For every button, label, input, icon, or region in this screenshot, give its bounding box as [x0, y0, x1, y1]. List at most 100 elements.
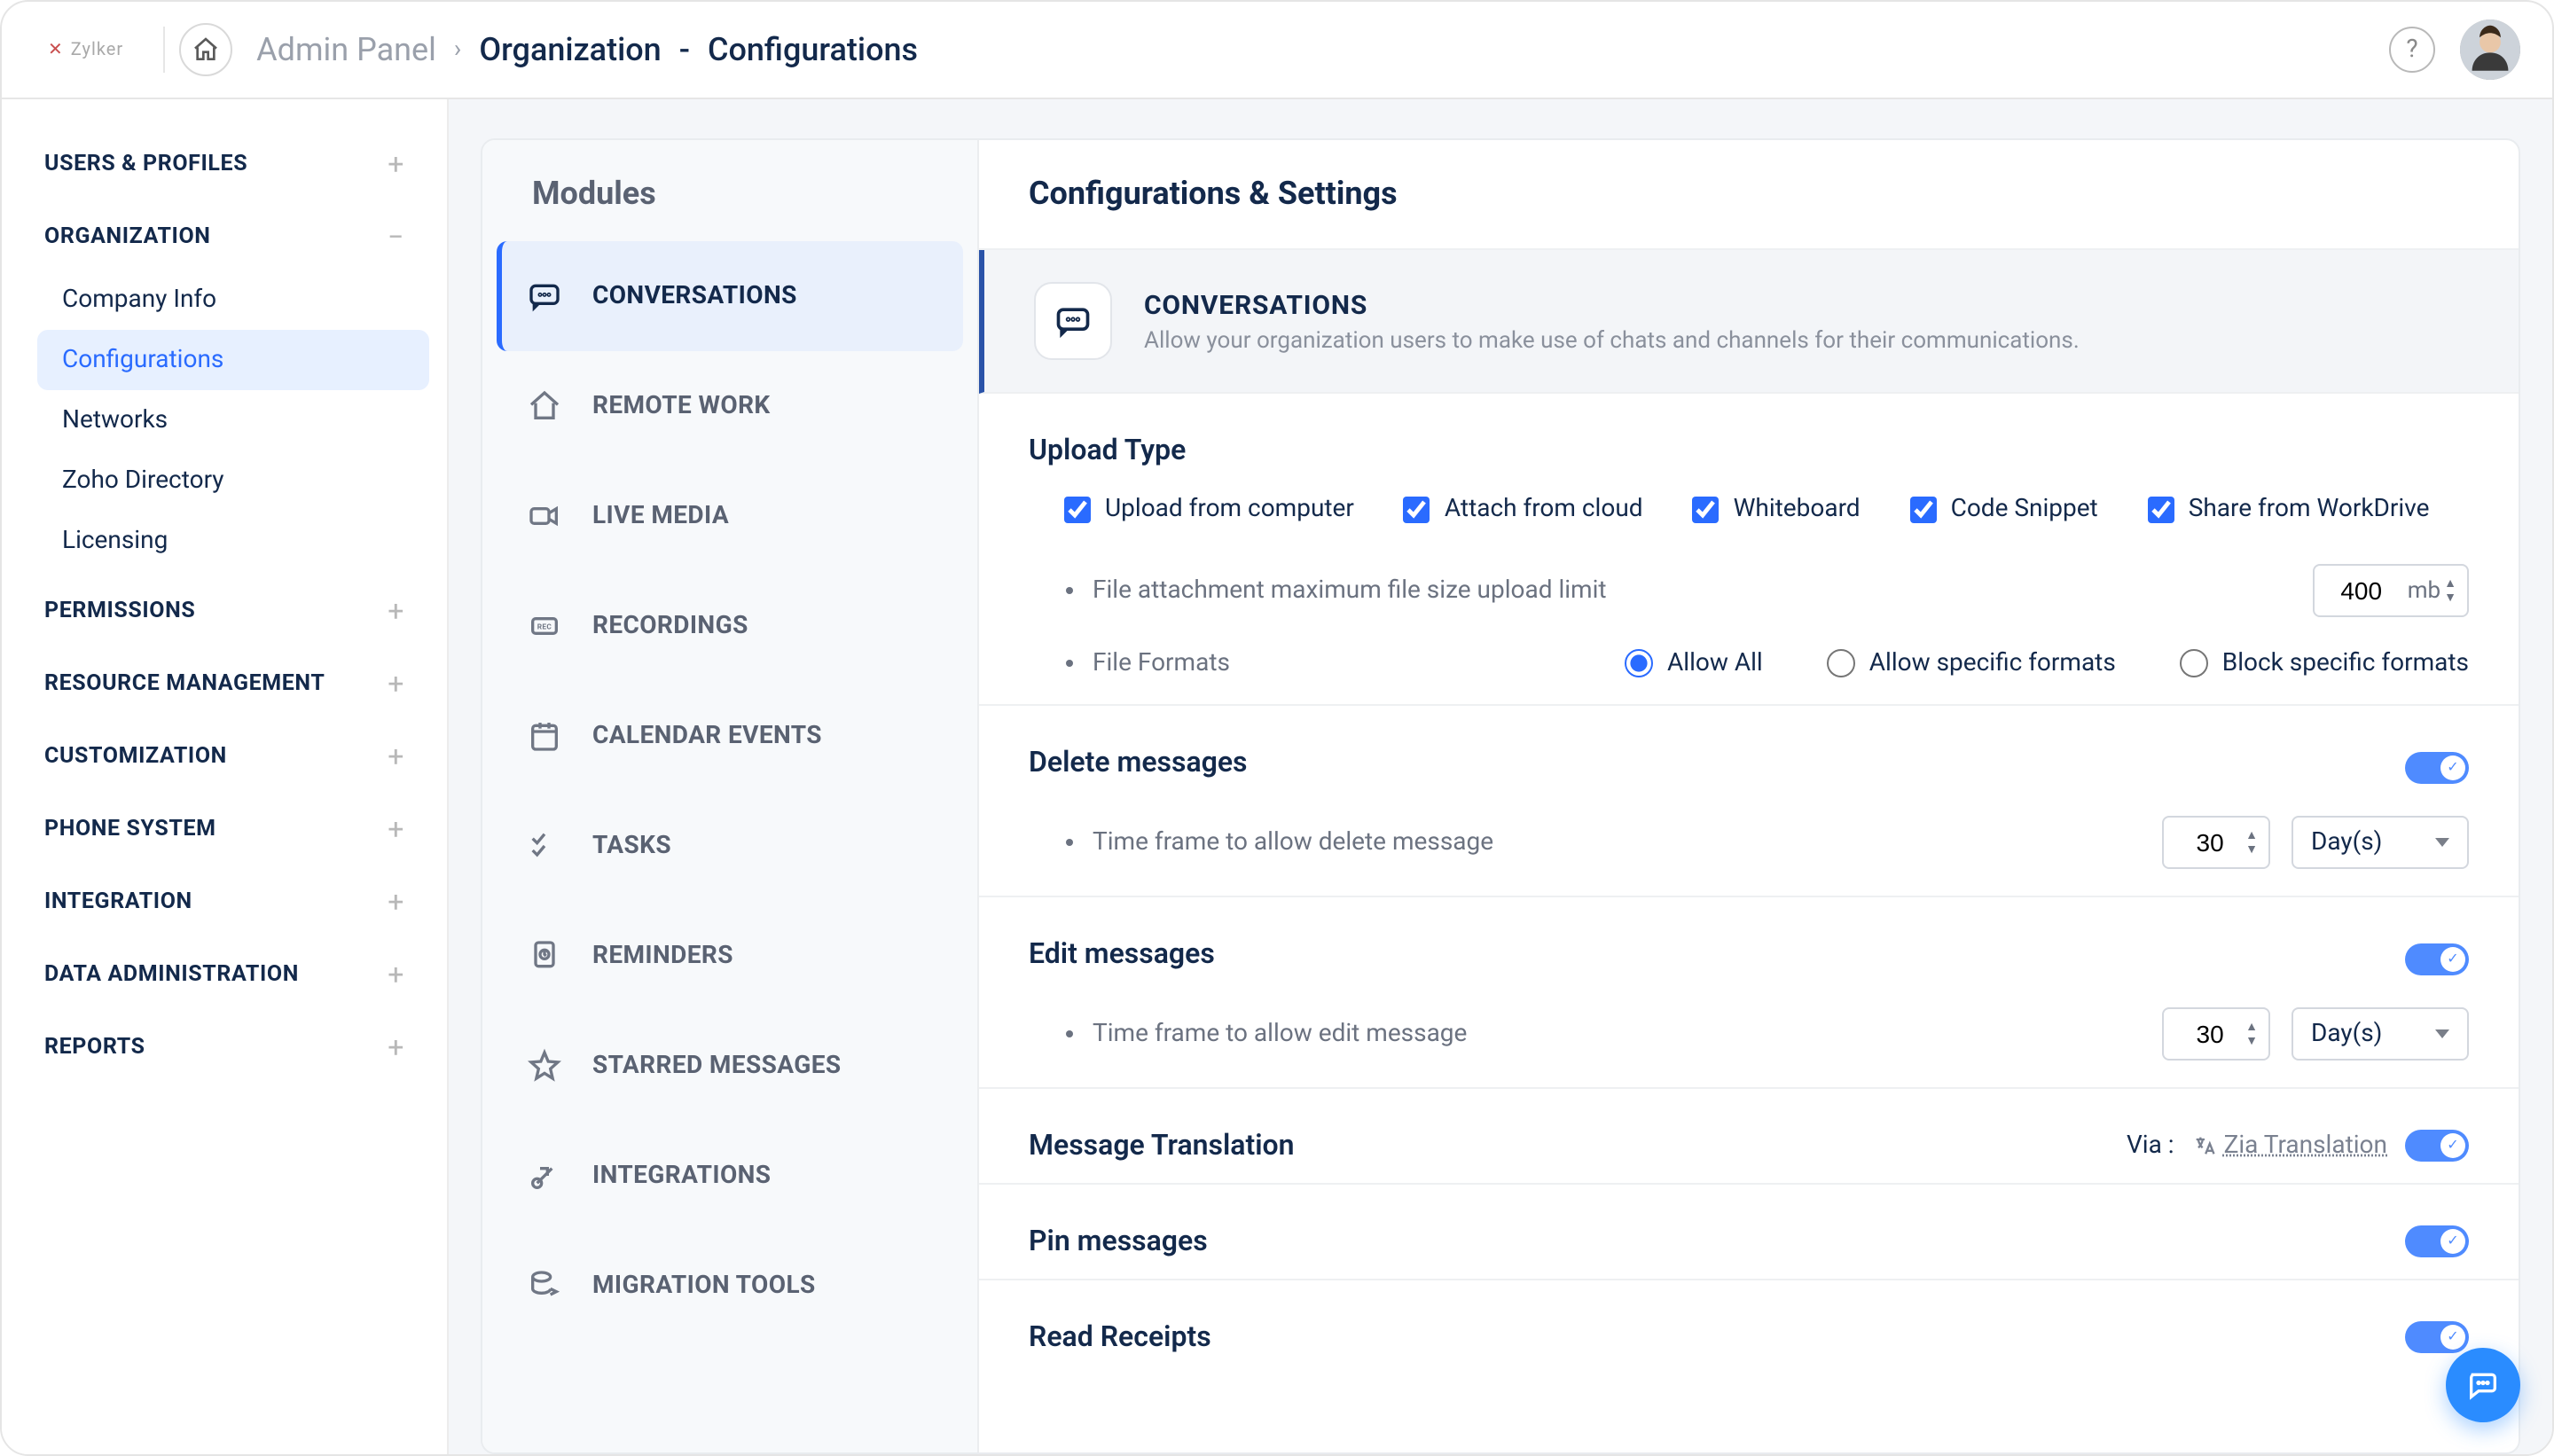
- radio-input[interactable]: [1625, 649, 1653, 677]
- module-integrations[interactable]: INTEGRATIONS: [497, 1121, 963, 1231]
- radio-allow-specific[interactable]: Allow specific formats: [1827, 649, 2116, 677]
- hero-subtitle: Allow your organization users to make us…: [1144, 327, 2080, 354]
- checkbox-input[interactable]: [1910, 496, 1937, 522]
- module-calendar-events[interactable]: CALENDAR EVENTS: [497, 681, 963, 791]
- avatar-icon: [2460, 20, 2520, 80]
- nav-group-data-administration[interactable]: DATA ADMINISTRATION +: [20, 942, 429, 1007]
- radio-label: Allow All: [1667, 649, 1763, 677]
- module-label: CONVERSATIONS: [592, 282, 797, 310]
- plus-icon: +: [388, 812, 404, 846]
- plus-icon: +: [388, 958, 404, 991]
- nav-group-users-profiles[interactable]: USERS & PROFILES +: [20, 131, 429, 197]
- radio-input[interactable]: [1827, 649, 1855, 677]
- module-starred-messages[interactable]: STARRED MESSAGES: [497, 1011, 963, 1121]
- radio-block-specific[interactable]: Block specific formats: [2180, 649, 2469, 677]
- checkbox-whiteboard[interactable]: Whiteboard: [1693, 495, 1861, 523]
- module-label: RECORDINGS: [592, 612, 748, 640]
- module-live-media[interactable]: LIVE MEDIA: [497, 461, 963, 571]
- radio-input[interactable]: [2180, 649, 2208, 677]
- calendar-icon: [525, 716, 564, 755]
- max-size-stepper[interactable]: mb ▲▼: [2314, 564, 2469, 617]
- sidebar-item-zoho-directory[interactable]: Zoho Directory: [37, 450, 429, 511]
- section-pin-messages: Pin messages ✓: [979, 1185, 2519, 1280]
- nav-group-reports[interactable]: REPORTS +: [20, 1014, 429, 1080]
- chat-icon: [2465, 1367, 2501, 1403]
- help-button[interactable]: ?: [2389, 27, 2435, 73]
- video-icon: [525, 497, 564, 536]
- module-reminders[interactable]: REMINDERS: [497, 901, 963, 1011]
- sidebar-item-networks[interactable]: Networks: [37, 390, 429, 450]
- sidebar-item-configurations[interactable]: Configurations: [37, 330, 429, 390]
- delete-timeframe-stepper[interactable]: ▲▼: [2162, 816, 2270, 869]
- tasks-icon: [525, 826, 564, 865]
- checkbox-share-workdrive[interactable]: Share from WorkDrive: [2148, 495, 2430, 523]
- edit-timeframe-stepper[interactable]: ▲▼: [2162, 1007, 2270, 1061]
- sidebar-item-licensing[interactable]: Licensing: [37, 511, 429, 571]
- plus-icon: +: [388, 885, 404, 919]
- nav-group-label: CUSTOMIZATION: [44, 743, 227, 770]
- module-label: INTEGRATIONS: [592, 1162, 771, 1190]
- module-migration-tools[interactable]: MIGRATION TOOLS: [497, 1231, 963, 1341]
- minus-icon: −: [388, 220, 404, 254]
- nav-group-label: ORGANIZATION: [44, 223, 211, 250]
- radio-allow-all[interactable]: Allow All: [1625, 649, 1763, 677]
- file-formats-label: File Formats: [1093, 649, 1230, 677]
- checkbox-input[interactable]: [2148, 496, 2174, 522]
- checkbox-code-snippet[interactable]: Code Snippet: [1910, 495, 2098, 523]
- product-logo: ✕Zylker: [23, 40, 148, 59]
- stepper-arrows-icon[interactable]: ▲▼: [2245, 829, 2258, 856]
- nav-group-permissions[interactable]: PERMISSIONS +: [20, 578, 429, 644]
- nav-group-label: REPORTS: [44, 1034, 145, 1061]
- nav-group-label: RESOURCE MANAGEMENT: [44, 670, 325, 697]
- home-icon: [191, 35, 219, 64]
- plus-icon: +: [388, 147, 404, 181]
- nav-group-phone-system[interactable]: PHONE SYSTEM +: [20, 796, 429, 862]
- toggle-edit-messages[interactable]: ✓: [2405, 943, 2469, 975]
- checkbox-attach-cloud[interactable]: Attach from cloud: [1404, 495, 1643, 523]
- home-button[interactable]: [178, 23, 231, 76]
- nav-group-label: USERS & PROFILES: [44, 151, 247, 177]
- toggle-message-translation[interactable]: ✓: [2405, 1129, 2469, 1161]
- section-title: Pin messages: [1029, 1213, 1208, 1268]
- nav-group-resource-management[interactable]: RESOURCE MANAGEMENT +: [20, 651, 429, 716]
- stepper-arrows-icon[interactable]: ▲▼: [2444, 577, 2456, 604]
- checkbox-upload-computer[interactable]: Upload from computer: [1064, 495, 1354, 523]
- module-label: REMOTE WORK: [592, 392, 771, 420]
- max-size-input[interactable]: [2326, 576, 2397, 605]
- module-label: REMINDERS: [592, 942, 733, 970]
- module-recordings[interactable]: REC RECORDINGS: [497, 571, 963, 681]
- checkbox-input[interactable]: [1693, 496, 1720, 522]
- via-label: Via :: [2127, 1131, 2174, 1159]
- module-conversations[interactable]: CONVERSATIONS: [497, 241, 963, 351]
- section-delete-messages: Delete messages ✓ Time frame to allow de…: [979, 706, 2519, 897]
- help-icon: ?: [2406, 35, 2417, 64]
- checkbox-input[interactable]: [1404, 496, 1430, 522]
- edit-timeframe-unit-select[interactable]: Day(s): [2292, 1007, 2469, 1061]
- module-label: LIVE MEDIA: [592, 502, 729, 530]
- checkbox-label: Upload from computer: [1105, 495, 1354, 523]
- edit-timeframe-input[interactable]: [2174, 1020, 2245, 1048]
- nav-group-customization[interactable]: CUSTOMIZATION +: [20, 724, 429, 789]
- toggle-pin-messages[interactable]: ✓: [2405, 1225, 2469, 1256]
- toggle-read-receipts[interactable]: ✓: [2405, 1320, 2469, 1352]
- delete-timeframe-input[interactable]: [2174, 828, 2245, 857]
- select-value: Day(s): [2311, 828, 2382, 857]
- avatar[interactable]: [2460, 20, 2520, 80]
- checkbox-input[interactable]: [1064, 496, 1091, 522]
- module-label: MIGRATION TOOLS: [592, 1272, 816, 1300]
- module-tasks[interactable]: TASKS: [497, 791, 963, 901]
- breadcrumb-root[interactable]: Admin Panel: [256, 31, 436, 68]
- chat-fab[interactable]: [2446, 1348, 2520, 1422]
- stepper-arrows-icon[interactable]: ▲▼: [2245, 1021, 2258, 1047]
- breadcrumb-page: Configurations: [708, 31, 918, 68]
- nav-group-integration[interactable]: INTEGRATION +: [20, 869, 429, 935]
- recording-icon: REC: [525, 607, 564, 646]
- toggle-delete-messages[interactable]: ✓: [2405, 751, 2469, 783]
- sidebar-item-company-info[interactable]: Company Info: [37, 270, 429, 330]
- nav-group-organization[interactable]: ORGANIZATION −: [20, 204, 429, 270]
- translation-provider-link[interactable]: Zia Translation: [2192, 1131, 2387, 1159]
- delete-timeframe-unit-select[interactable]: Day(s): [2292, 816, 2469, 869]
- module-remote-work[interactable]: REMOTE WORK: [497, 351, 963, 461]
- reminder-icon: [525, 936, 564, 975]
- module-label: TASKS: [592, 832, 671, 860]
